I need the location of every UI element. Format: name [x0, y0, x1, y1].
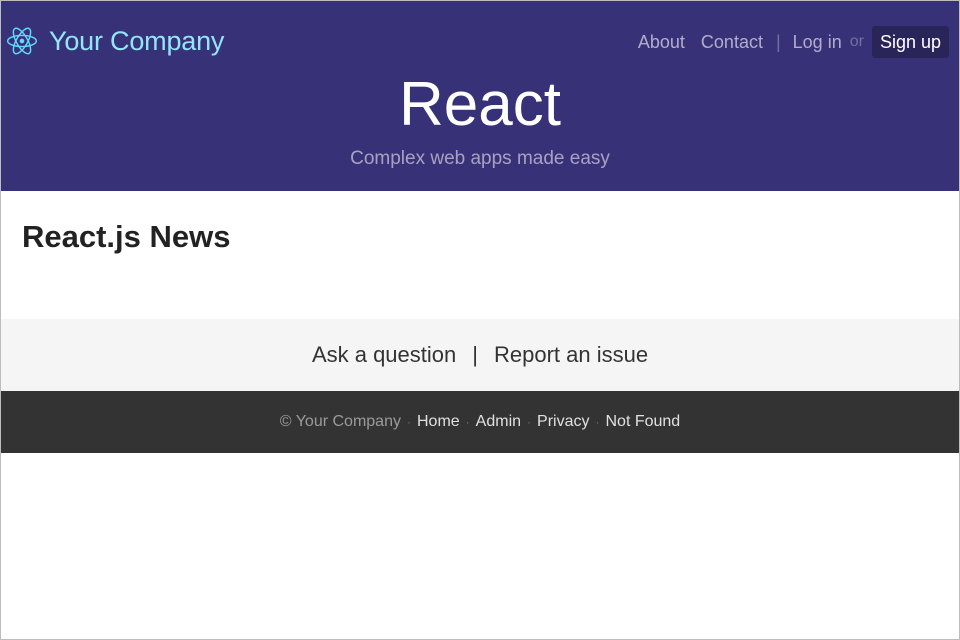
banner-title: React	[399, 70, 561, 139]
footer-spacer: ·	[406, 415, 411, 429]
footer-spacer: ·	[465, 415, 470, 429]
ask-question-link[interactable]: Ask a question	[312, 342, 456, 368]
nav-link-about[interactable]: About	[638, 26, 685, 58]
page-title: React.js News	[22, 219, 231, 254]
nav-link-login[interactable]: Log in	[793, 26, 842, 58]
feedback-bar: Ask a question | Report an issue	[1, 319, 959, 391]
site-header: Your Company About Contact | Log in or S…	[1, 1, 959, 191]
brand-link[interactable]: Your Company	[5, 23, 224, 59]
report-issue-link[interactable]: Report an issue	[494, 342, 648, 368]
banner-description: Complex web apps made easy	[350, 148, 610, 169]
footer-link-admin[interactable]: Admin	[476, 413, 521, 431]
footer-spacer: ·	[527, 415, 532, 429]
footer-link-privacy[interactable]: Privacy	[537, 413, 589, 431]
site-footer: © Your Company · Home · Admin · Privacy …	[1, 391, 959, 453]
main-content: React.js News	[1, 191, 959, 319]
browser-viewport: Your Company About Contact | Log in or S…	[0, 0, 960, 640]
top-navigation: About Contact | Log in or Sign up	[638, 26, 949, 58]
footer-spacer: ·	[595, 415, 600, 429]
signup-button[interactable]: Sign up	[871, 26, 949, 58]
react-logo-icon	[6, 27, 38, 55]
nav-separator: |	[775, 32, 781, 52]
feedback-separator: |	[472, 342, 478, 367]
footer-copyright: © Your Company	[279, 413, 401, 430]
nav-or-text: or	[849, 33, 864, 50]
brand-name: Your Company	[49, 26, 225, 56]
footer-link-not-found[interactable]: Not Found	[605, 413, 680, 431]
nav-link-contact[interactable]: Contact	[701, 26, 763, 58]
footer-link-home[interactable]: Home	[417, 413, 460, 431]
